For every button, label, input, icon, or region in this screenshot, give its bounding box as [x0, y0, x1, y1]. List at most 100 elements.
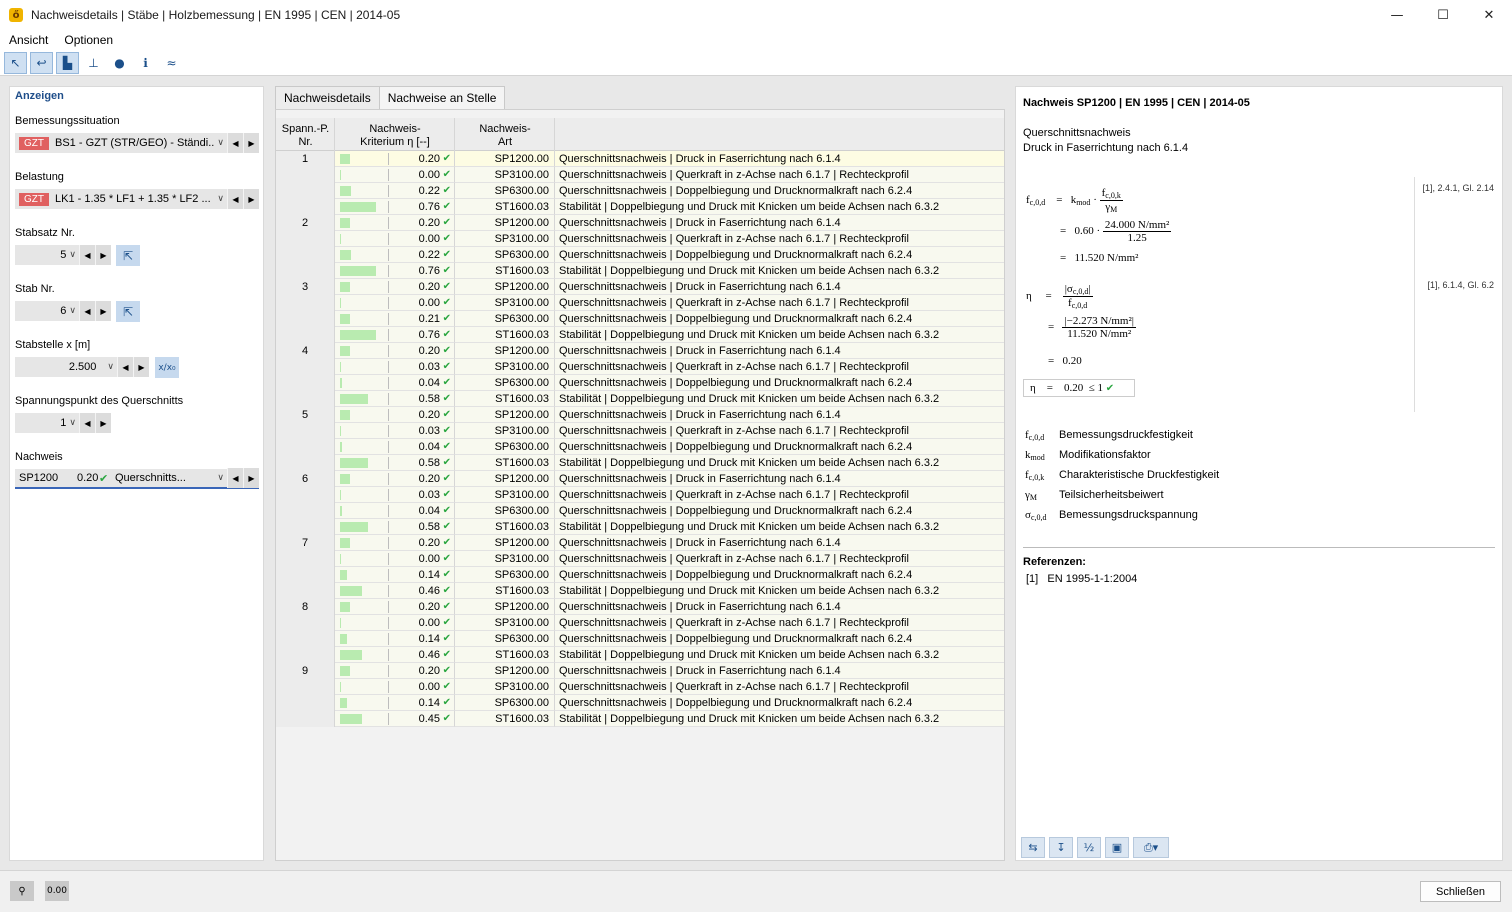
situation-select[interactable]: GZT BS1 - GZT (STR/GEO) - Ständi... ∨ ◀ … [15, 133, 259, 153]
next-arrow-icon[interactable]: ▶ [243, 189, 259, 209]
table-row[interactable]: 4 0.20 ✔ SP1200.00 Querschnittsnachweis | Dr… [276, 343, 1004, 359]
check-desc-cell: Querschnittsnachweis | Druck in Faserric… [555, 279, 1004, 295]
table-row[interactable]: 0.00 ✔ SP3100.00 Querschnittsnachweis | Que… [276, 295, 1004, 311]
close-button[interactable]: Schließen [1420, 881, 1501, 902]
check-desc-cell: Querschnittsnachweis | Doppelbiegung und… [555, 183, 1004, 199]
table-row[interactable]: 0.45 ✔ ST1600.03 Stabilität | Doppelbiegung… [276, 711, 1004, 727]
sync-icon[interactable]: ⇆ [1021, 837, 1045, 858]
separator [1023, 547, 1495, 548]
prev-arrow-icon[interactable]: ◀ [227, 133, 243, 153]
menu-ansicht[interactable]: Ansicht [9, 33, 48, 47]
loading-select[interactable]: GZT LK1 - 1.35 * LF1 + 1.35 * LF2 ... ∨ … [15, 189, 259, 209]
table-row[interactable]: 0.76 ✔ ST1600.03 Stabilität | Doppelbiegung… [276, 263, 1004, 279]
check-id-cell: SP6300.00 [455, 631, 555, 647]
table-row[interactable]: 0.76 ✔ ST1600.03 Stabilität | Doppelbiegung… [276, 199, 1004, 215]
loading-label: Belastung [15, 171, 64, 183]
member-select[interactable]: 6 ∨ ◀ ▶ [15, 301, 111, 321]
bar-divider [388, 441, 389, 453]
table-row[interactable]: 0.22 ✔ SP6300.00 Querschnittsnachweis | Dop… [276, 247, 1004, 263]
eta-value: 0.20 [418, 665, 440, 677]
tab-nachweise-an-stelle[interactable]: Nachweise an Stelle [378, 86, 506, 110]
help-icon[interactable]: ⚲ [10, 881, 34, 901]
table-row[interactable]: 0.04 ✔ SP6300.00 Querschnittsnachweis | Dop… [276, 503, 1004, 519]
location-select[interactable]: 2.500 ∨ ◀ ▶ [15, 357, 149, 377]
stresspoint-select[interactable]: 1 ∨ ◀ ▶ [15, 413, 111, 433]
table-row[interactable]: 0.21 ✔ SP6300.00 Querschnittsnachweis | Dop… [276, 311, 1004, 327]
units-button[interactable]: 0.00 [45, 881, 69, 901]
next-arrow-icon[interactable]: ▶ [95, 301, 111, 321]
select-location-icon[interactable]: ↩ [30, 51, 53, 74]
table-row[interactable]: 0.00 ✔ SP3100.00 Querschnittsnachweis | Que… [276, 551, 1004, 567]
table-row[interactable]: 0.03 ✔ SP3100.00 Querschnittsnachweis | Que… [276, 487, 1004, 503]
pick-member-icon[interactable]: ⇱ [116, 301, 140, 322]
relative-location-button[interactable]: x/x₀ [155, 357, 179, 378]
table-row[interactable]: 3 0.20 ✔ SP1200.00 Querschnittsnachweis | Dr… [276, 279, 1004, 295]
bar-divider [388, 393, 389, 405]
prev-arrow-icon[interactable]: ◀ [79, 301, 95, 321]
cross-section-icon[interactable]: ▙ [56, 51, 79, 74]
table-row[interactable]: 0.03 ✔ SP3100.00 Querschnittsnachweis | Que… [276, 423, 1004, 439]
table-row[interactable]: 0.04 ✔ SP6300.00 Querschnittsnachweis | Dop… [276, 439, 1004, 455]
info-icon[interactable]: ℹ [134, 52, 157, 74]
pick-memberset-icon[interactable]: ⇱ [116, 245, 140, 266]
table-row[interactable]: 0.58 ✔ ST1600.03 Stabilität | Doppelbiegung… [276, 391, 1004, 407]
prev-arrow-icon[interactable]: ◀ [227, 468, 243, 488]
table-row[interactable]: 0.14 ✔ SP6300.00 Querschnittsnachweis | Dop… [276, 631, 1004, 647]
table-row[interactable]: 0.00 ✔ SP3100.00 Querschnittsnachweis | Que… [276, 615, 1004, 631]
table-row[interactable]: 0.00 ✔ SP3100.00 Querschnittsnachweis | Que… [276, 231, 1004, 247]
table-row[interactable]: 0.58 ✔ ST1600.03 Stabilität | Doppelbiegung… [276, 519, 1004, 535]
maximize-button[interactable]: ☐ [1420, 0, 1466, 30]
prev-arrow-icon[interactable]: ◀ [227, 189, 243, 209]
check-desc-cell: Querschnittsnachweis | Querkraft in z-Ac… [555, 679, 1004, 695]
prev-arrow-icon[interactable]: ◀ [79, 413, 95, 433]
numbering-icon[interactable]: ½ [1077, 837, 1101, 858]
select-member-icon[interactable]: ↖ [4, 51, 27, 74]
table-row[interactable]: 7 0.20 ✔ SP1200.00 Querschnittsnachweis | Dr… [276, 535, 1004, 551]
prev-arrow-icon[interactable]: ◀ [79, 245, 95, 265]
bar-divider [388, 297, 389, 309]
eta-value: 0.00 [418, 617, 440, 629]
bar-divider [388, 201, 389, 213]
table-row[interactable]: 6 0.20 ✔ SP1200.00 Querschnittsnachweis | Dr… [276, 471, 1004, 487]
next-arrow-icon[interactable]: ▶ [243, 133, 259, 153]
color-scale-icon[interactable]: ● [108, 52, 131, 74]
diagram-icon[interactable]: ≈ [160, 52, 183, 74]
table-row[interactable]: 0.76 ✔ ST1600.03 Stabilität | Doppelbiegung… [276, 327, 1004, 343]
member-icon[interactable]: ⊥ [82, 52, 105, 74]
table-row[interactable]: 5 0.20 ✔ SP1200.00 Querschnittsnachweis | Dr… [276, 407, 1004, 423]
memberset-select[interactable]: 5 ∨ ◀ ▶ [15, 245, 111, 265]
sort-icon[interactable]: ↧ [1049, 837, 1073, 858]
criterion-cell: 0.04 ✔ [335, 503, 455, 519]
check-ok-icon: ✔ [442, 473, 451, 484]
next-arrow-icon[interactable]: ▶ [133, 357, 149, 377]
criterion-cell: 0.04 ✔ [335, 375, 455, 391]
minimize-button[interactable]: — [1374, 0, 1420, 30]
close-window-button[interactable]: ✕ [1466, 0, 1512, 30]
table-row[interactable]: 8 0.20 ✔ SP1200.00 Querschnittsnachweis | Dr… [276, 599, 1004, 615]
table-row[interactable]: 0.14 ✔ SP6300.00 Querschnittsnachweis | Dop… [276, 567, 1004, 583]
table-row[interactable]: 0.00 ✔ SP3100.00 Querschnittsnachweis | Que… [276, 167, 1004, 183]
next-arrow-icon[interactable]: ▶ [95, 413, 111, 433]
frame-icon[interactable]: ▣ [1105, 837, 1129, 858]
check-id-cell: ST1600.03 [455, 455, 555, 471]
table-row[interactable]: 0.00 ✔ SP3100.00 Querschnittsnachweis | Que… [276, 679, 1004, 695]
table-row[interactable]: 9 0.20 ✔ SP1200.00 Querschnittsnachweis | Dr… [276, 663, 1004, 679]
prev-arrow-icon[interactable]: ◀ [117, 357, 133, 377]
table-row[interactable]: 0.46 ✔ ST1600.03 Stabilität | Doppelbiegung… [276, 583, 1004, 599]
check-select[interactable]: SP1200 0.20 ✔ Querschnitts... ∨ ◀ ▶ [15, 468, 259, 489]
next-arrow-icon[interactable]: ▶ [243, 468, 259, 488]
table-row[interactable]: 0.22 ✔ SP6300.00 Querschnittsnachweis | Dop… [276, 183, 1004, 199]
tab-nachweisdetails[interactable]: Nachweisdetails [275, 86, 380, 110]
eta-value: 0.22 [418, 249, 440, 261]
table-row[interactable]: 0.04 ✔ SP6300.00 Querschnittsnachweis | Dop… [276, 375, 1004, 391]
table-row[interactable]: 2 0.20 ✔ SP1200.00 Querschnittsnachweis | Dr… [276, 215, 1004, 231]
table-row[interactable]: 0.03 ✔ SP3100.00 Querschnittsnachweis | Que… [276, 359, 1004, 375]
next-arrow-icon[interactable]: ▶ [95, 245, 111, 265]
table-row[interactable]: 1 0.20 ✔ SP1200.00 Querschnittsnachweis | Dr… [276, 151, 1004, 167]
table-row[interactable]: 0.58 ✔ ST1600.03 Stabilität | Doppelbiegung… [276, 455, 1004, 471]
table-row[interactable]: 0.46 ✔ ST1600.03 Stabilität | Doppelbiegung… [276, 647, 1004, 663]
check-ok-icon: ✔ [442, 361, 451, 372]
print-icon[interactable]: ⎙▾ [1133, 837, 1169, 858]
table-row[interactable]: 0.14 ✔ SP6300.00 Querschnittsnachweis | Dop… [276, 695, 1004, 711]
menu-optionen[interactable]: Optionen [64, 33, 113, 47]
